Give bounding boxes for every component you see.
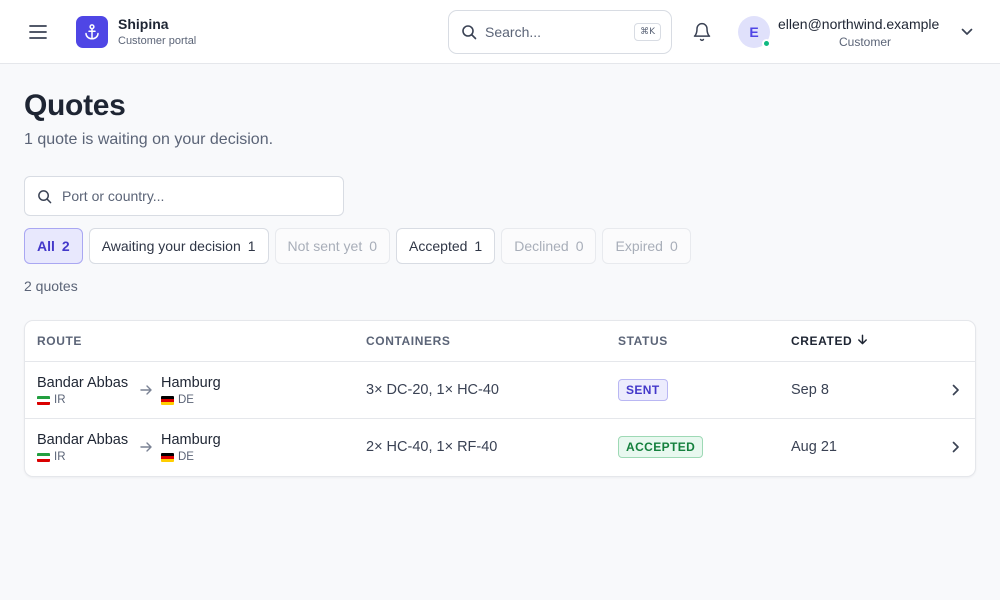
destination-country-code: DE [178, 394, 194, 406]
table-row[interactable]: Bandar Abbas IR Hamburg DE 2× HC-40, 1× … [25, 419, 975, 476]
flag-germany-icon [161, 452, 174, 462]
column-header-created[interactable]: CREATED [791, 334, 868, 348]
chevron-right-icon[interactable] [949, 440, 963, 454]
page-title: Quotes [24, 89, 126, 122]
arrow-down-icon [857, 334, 868, 348]
brand-name: Shipina [118, 16, 169, 32]
column-header-containers[interactable]: CONTAINERS [366, 334, 450, 348]
containers-cell: 3× DC-20, 1× HC-40 [366, 382, 499, 398]
flag-germany-icon [161, 395, 174, 405]
chip-label: Expired [615, 238, 663, 254]
chip-count: 1 [247, 238, 256, 254]
chip-awaiting-decision[interactable]: Awaiting your decision 1 [88, 228, 269, 264]
online-status-indicator [762, 39, 771, 48]
chip-count: 0 [575, 238, 584, 254]
arrow-right-icon [139, 383, 153, 397]
search-placeholder: Search... [485, 24, 542, 40]
keyboard-shortcut-hint: ⌘K [634, 23, 661, 41]
search-icon [37, 188, 53, 204]
origin-country-code: IR [54, 394, 66, 406]
chip-label: Declined [514, 238, 569, 254]
page-subtitle: 1 quote is waiting on your decision. [24, 131, 274, 148]
table-row[interactable]: Bandar Abbas IR Hamburg DE 3× DC-20, 1× … [25, 362, 975, 419]
origin-country: IR [37, 393, 66, 407]
origin-country: IR [37, 450, 66, 464]
chip-all[interactable]: All 2 [24, 228, 83, 264]
user-email: ellen@northwind.example [778, 16, 940, 32]
origin-country-code: IR [54, 451, 66, 463]
hamburger-menu-icon[interactable] [26, 20, 50, 44]
anchor-icon[interactable] [76, 16, 108, 48]
brand-subtitle: Customer portal [118, 35, 197, 47]
chip-declined: Declined 0 [501, 228, 597, 264]
chip-count: 0 [669, 238, 678, 254]
status-filter-chips: All 2 Awaiting your decision 1 Not sent … [24, 228, 691, 264]
chevron-right-icon[interactable] [949, 383, 963, 397]
quotes-table: ROUTE CONTAINERS STATUS CREATED Bandar A… [24, 320, 976, 477]
status-badge: ACCEPTED [618, 436, 704, 458]
user-role: Customer [838, 35, 891, 49]
flag-iran-icon [37, 452, 50, 462]
global-search-input[interactable]: Search... ⌘K [448, 10, 672, 54]
chip-not-sent-yet: Not sent yet 0 [274, 228, 391, 264]
user-menu[interactable]: E ellen@northwind.example Customer [738, 12, 978, 52]
column-header-status[interactable]: STATUS [618, 334, 668, 348]
column-header-created-label: CREATED [791, 334, 853, 348]
chip-label: Awaiting your decision [101, 238, 241, 254]
destination-port: Hamburg [161, 375, 221, 391]
arrow-right-icon [139, 440, 153, 454]
containers-cell: 2× HC-40, 1× RF-40 [366, 439, 498, 455]
chip-accepted[interactable]: Accepted 1 [396, 228, 496, 264]
flag-iran-icon [37, 395, 50, 405]
port-country-input[interactable] [62, 188, 322, 204]
chip-count: 1 [474, 238, 483, 254]
chip-expired: Expired 0 [602, 228, 691, 264]
chip-label: Accepted [409, 238, 468, 254]
destination-port: Hamburg [161, 432, 221, 448]
chevron-down-icon [960, 25, 974, 39]
bell-icon[interactable] [690, 20, 714, 44]
port-country-filter[interactable] [24, 176, 344, 216]
destination-country: DE [161, 393, 194, 407]
top-bar: Shipina Customer portal Search... ⌘K E e… [0, 0, 1000, 64]
chip-count: 2 [61, 238, 70, 254]
destination-country-code: DE [178, 451, 194, 463]
origin-port: Bandar Abbas [37, 375, 129, 391]
chip-label: Not sent yet [287, 238, 363, 254]
destination-country: DE [161, 450, 194, 464]
table-header: ROUTE CONTAINERS STATUS CREATED [25, 321, 975, 362]
chip-count: 0 [369, 238, 378, 254]
column-header-route[interactable]: ROUTE [37, 334, 82, 348]
created-date: Aug 21 [791, 439, 837, 455]
status-badge: SENT [618, 379, 668, 401]
result-count: 2 quotes [24, 278, 78, 294]
search-icon [461, 23, 479, 41]
chip-label: All [37, 238, 55, 254]
origin-port: Bandar Abbas [37, 432, 129, 448]
created-date: Sep 8 [791, 382, 829, 398]
